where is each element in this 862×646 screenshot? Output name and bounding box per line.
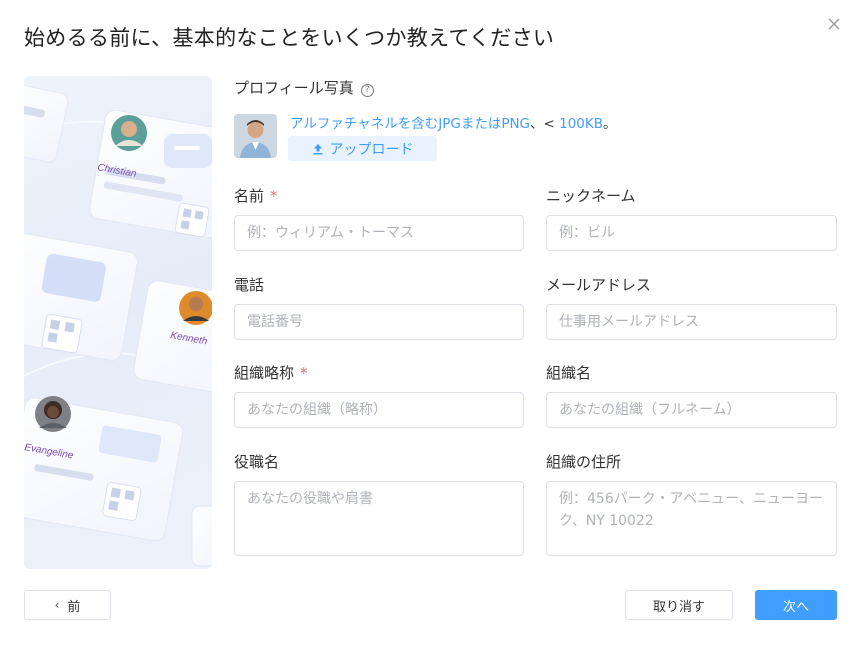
- job-title-label: 役職名: [234, 453, 280, 471]
- help-icon[interactable]: ?: [360, 84, 374, 97]
- org-address-label: 組織の住所: [546, 453, 622, 471]
- upload-button[interactable]: アップロード: [288, 136, 437, 161]
- phone-input[interactable]: [234, 304, 524, 340]
- org-address-textarea[interactable]: [546, 481, 837, 556]
- org-short-label: 組織略称 *: [234, 362, 308, 383]
- required-mark: *: [300, 364, 308, 382]
- nickname-input[interactable]: [546, 215, 837, 251]
- profile-photo-label-text: プロフィール写真: [234, 79, 354, 97]
- name-input[interactable]: [234, 215, 524, 251]
- email-label: メールアドレス: [546, 276, 652, 294]
- dialog-title: 始めるる前に、基本的なことをいくつか教えてください: [24, 26, 555, 50]
- profile-avatar: [234, 114, 277, 158]
- upload-icon: [313, 143, 322, 154]
- next-button[interactable]: 次へ: [755, 590, 837, 620]
- profile-photo-label: プロフィール写真?: [234, 77, 374, 98]
- email-input[interactable]: [546, 304, 837, 340]
- nickname-label: ニックネーム: [546, 187, 636, 205]
- upload-hint-end: 。: [603, 116, 617, 132]
- prev-button-label: 前: [67, 599, 81, 615]
- upload-hint-format: アルファチャネルを含むJPGまたはPNG: [290, 116, 531, 132]
- upload-hint-size: 100KB: [559, 116, 604, 132]
- upload-button-label: アップロード: [329, 141, 414, 158]
- close-icon[interactable]: [824, 14, 844, 34]
- org-short-label-text: 組織略称: [234, 364, 295, 382]
- chevron-left-icon: ‹: [54, 598, 60, 612]
- name-label-text: 名前: [234, 187, 265, 205]
- org-short-input[interactable]: [234, 392, 524, 428]
- phone-label: 電話: [234, 276, 265, 294]
- prev-button[interactable]: ‹ 前: [24, 590, 111, 620]
- illustration-graphic: Christian Kenneth Evangeline: [24, 81, 212, 567]
- cancel-button-label: 取り消す: [652, 599, 705, 615]
- next-button-label: 次へ: [782, 599, 809, 615]
- org-name-label: 組織名: [546, 364, 592, 382]
- upload-hint: アルファチャネルを含むJPGまたはPNG、< 100KB。: [290, 112, 617, 132]
- cancel-button[interactable]: 取り消す: [625, 590, 733, 620]
- job-title-textarea[interactable]: [234, 481, 524, 556]
- upload-hint-separator: 、<: [530, 116, 560, 132]
- required-mark: *: [270, 187, 278, 205]
- illustration-panel: Christian Kenneth Evangeline: [24, 76, 212, 569]
- onboarding-dialog: 始めるる前に、基本的なことをいくつか教えてください Christian Kenn…: [0, 0, 862, 646]
- org-name-input[interactable]: [546, 392, 837, 428]
- name-label: 名前 *: [234, 185, 278, 206]
